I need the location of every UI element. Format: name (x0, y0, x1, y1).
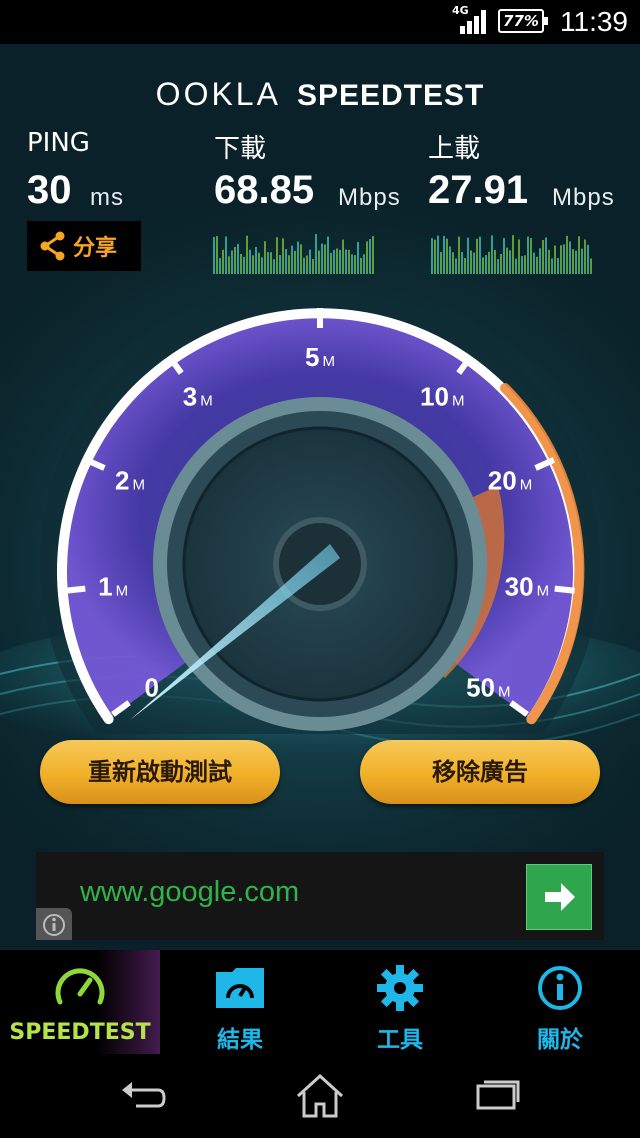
back-button[interactable] (112, 1068, 172, 1124)
ping-value: 30 (27, 168, 72, 212)
speedtest-screen: OOKLA SPEEDTEST PING 30 ms 下載 68.85 Mbps … (0, 44, 640, 950)
upload-value: 27.91 (428, 168, 529, 212)
brand-name: OOKLA (155, 76, 281, 112)
ad-go-button[interactable] (526, 864, 592, 930)
download-value: 68.85 (214, 168, 315, 212)
ping-unit: ms (90, 184, 124, 211)
bottom-tab-bar: SPEEDTEST 結果 工具 關於 (0, 950, 640, 1054)
info-icon (538, 966, 582, 1010)
clock: 11:39 (560, 6, 628, 37)
speed-gauge: 01 M2 M3 M5 M10 M20 M30 M50 M (40, 284, 600, 734)
recents-button[interactable] (468, 1068, 528, 1124)
speedometer-icon (55, 968, 105, 1005)
upload-label: 上載 (428, 134, 481, 164)
battery-indicator: 77% (498, 9, 548, 33)
signal-icon (460, 10, 486, 34)
tab-results[interactable]: 結果 (160, 950, 320, 1054)
product-name: SPEEDTEST (296, 79, 485, 112)
tab-label: 工具 (377, 1027, 423, 1053)
gauge-tick-label: 0 (144, 672, 158, 702)
share-icon (40, 231, 65, 261)
ad-url[interactable]: www.google.com (80, 876, 299, 909)
upload-unit: Mbps (552, 184, 615, 211)
recents-icon (476, 1080, 520, 1110)
tab-label: 結果 (217, 1027, 263, 1053)
download-unit: Mbps (338, 184, 401, 211)
tab-speedtest[interactable]: SPEEDTEST (0, 950, 160, 1054)
upload-graph (431, 235, 592, 274)
gear-icon (377, 965, 423, 1011)
results-folder-icon (216, 968, 264, 1008)
tab-label: 關於 (537, 1027, 583, 1053)
info-icon (43, 914, 65, 936)
arrow-right-icon (545, 883, 575, 911)
home-icon (296, 1073, 344, 1118)
app-logo: OOKLA SPEEDTEST (0, 76, 640, 113)
download-label: 下載 (214, 134, 267, 164)
download-graph (213, 234, 374, 274)
ad-info-button[interactable] (36, 908, 72, 940)
remove-ads-button[interactable]: 移除廣告 (360, 740, 600, 804)
ping-label: PING (27, 128, 90, 158)
ad-banner[interactable]: www.google.com (36, 852, 604, 940)
status-bar: 4G 77% 11:39 (0, 0, 640, 44)
share-button[interactable]: 分享 (27, 221, 141, 271)
gauge-tick (65, 585, 86, 594)
tab-label: SPEEDTEST (9, 1020, 151, 1045)
tab-tools[interactable]: 工具 (320, 950, 480, 1054)
gauge-tick (554, 585, 575, 594)
home-button[interactable] (290, 1068, 350, 1124)
share-label: 分享 (73, 236, 118, 261)
back-icon (122, 1082, 166, 1108)
system-nav-bar (0, 1054, 640, 1138)
tab-about[interactable]: 關於 (480, 950, 640, 1054)
restart-test-button[interactable]: 重新啟動測試 (40, 740, 280, 804)
